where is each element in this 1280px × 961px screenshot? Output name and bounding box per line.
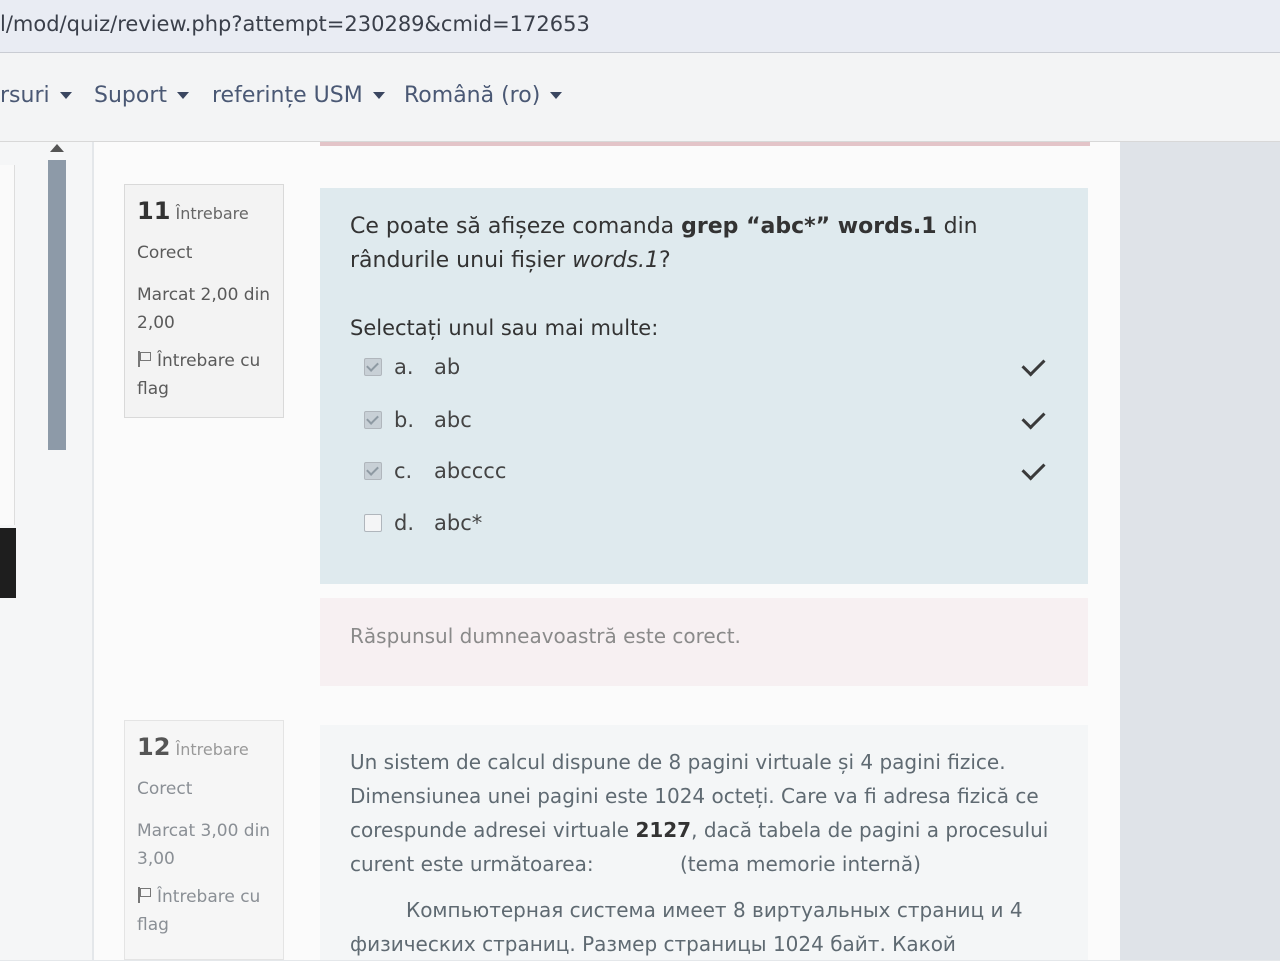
flag-question-link[interactable]: Întrebare cu flag bbox=[137, 347, 271, 403]
caret-down-icon bbox=[59, 92, 72, 99]
virtual-address: 2127 bbox=[635, 818, 692, 842]
scroll-up-icon[interactable] bbox=[50, 144, 64, 152]
question-label: Întrebare bbox=[175, 740, 249, 759]
nav-item-label: rsuri bbox=[0, 83, 50, 108]
nav-item-label: referințe USM bbox=[212, 83, 363, 108]
answer-option-b[interactable]: b. abc bbox=[364, 405, 1046, 435]
nav-item-language[interactable]: Română (ro) bbox=[404, 83, 563, 108]
caret-down-icon bbox=[372, 92, 385, 99]
answer-checkbox[interactable] bbox=[364, 462, 382, 480]
caret-down-icon bbox=[177, 92, 190, 99]
question-command: grep “abc*” words.1 bbox=[681, 214, 937, 239]
question-status: Corect bbox=[137, 779, 193, 799]
correct-check-icon bbox=[1021, 352, 1046, 377]
question-text: Ce poate să afișeze comanda grep “abc*” … bbox=[350, 210, 1058, 278]
nav-item-label: Suport bbox=[94, 83, 168, 108]
answer-text: abc* bbox=[434, 511, 483, 535]
question-box-11: Ce poate să afișeze comanda grep “abc*” … bbox=[320, 188, 1088, 584]
question-number: 12 bbox=[137, 733, 171, 761]
answer-text: abcccc bbox=[434, 459, 507, 483]
answer-option-c[interactable]: c. abcccc bbox=[364, 456, 1046, 486]
nav-item-label: Română (ro) bbox=[404, 83, 541, 108]
flag-label: Întrebare cu flag bbox=[137, 887, 261, 935]
flag-icon bbox=[137, 887, 151, 903]
site-navbar: rsuri Suport referințe USM Română (ro) bbox=[0, 53, 1280, 142]
answer-checkbox[interactable] bbox=[364, 514, 382, 532]
answer-text: ab bbox=[434, 355, 461, 379]
flag-question-link[interactable]: Întrebare cu flag bbox=[137, 883, 271, 939]
question-box-12: Un sistem de calcul dispune de 8 pagini … bbox=[320, 725, 1088, 960]
question-status: Corect bbox=[137, 243, 193, 263]
question-info-11: 11 Întrebare Corect Marcat 2,00 din 2,00… bbox=[124, 184, 284, 418]
drawer-toggle[interactable] bbox=[0, 528, 16, 598]
answer-option-a[interactable]: a. ab bbox=[364, 352, 1046, 382]
question-text-part: Ce poate să afișeze comanda bbox=[350, 214, 682, 239]
question-number: 11 bbox=[137, 197, 171, 225]
nav-item-cursuri[interactable]: rsuri bbox=[0, 83, 72, 108]
previous-feedback-edge bbox=[320, 142, 1090, 146]
correct-check-icon bbox=[1021, 405, 1046, 430]
question-label: Întrebare bbox=[175, 204, 249, 223]
nav-item-suport[interactable]: Suport bbox=[94, 83, 190, 108]
question-feedback: Răspunsul dumneavoastră este corect. bbox=[320, 598, 1088, 686]
question-text: Un sistem de calcul dispune de 8 pagini … bbox=[350, 745, 1058, 881]
drawer-panel bbox=[0, 165, 15, 525]
answer-letter: d. bbox=[394, 511, 415, 535]
question-text-part: ? bbox=[659, 248, 671, 273]
answer-option-d[interactable]: d. abc* bbox=[364, 508, 1044, 538]
answer-prompt: Selectați unul sau mai multe: bbox=[350, 316, 659, 340]
nav-item-referinte[interactable]: referințe USM bbox=[212, 83, 385, 108]
question-mark: Marcat 2,00 din 2,00 bbox=[137, 285, 271, 333]
answer-letter: a. bbox=[394, 355, 414, 379]
answer-text: abc bbox=[434, 408, 472, 432]
browser-url-bar[interactable]: l/mod/quiz/review.php?attempt=230289&cmi… bbox=[0, 0, 1280, 53]
question-mark: Marcat 3,00 din 3,00 bbox=[137, 821, 271, 869]
flag-label: Întrebare cu flag bbox=[137, 351, 261, 399]
answer-letter: c. bbox=[394, 459, 413, 483]
question-info-12: 12 Întrebare Corect Marcat 3,00 din 3,00… bbox=[124, 720, 284, 960]
flag-icon bbox=[137, 351, 151, 367]
question-filename: words.1 bbox=[572, 248, 660, 273]
answer-letter: b. bbox=[394, 408, 415, 432]
scrollbar-thumb[interactable] bbox=[48, 160, 66, 450]
correct-check-icon bbox=[1021, 456, 1046, 481]
answer-checkbox[interactable] bbox=[364, 411, 382, 429]
url-text[interactable]: l/mod/quiz/review.php?attempt=230289&cmi… bbox=[0, 12, 590, 36]
question-text-ru: Компьютерная система имеет 8 виртуальных… bbox=[350, 898, 1023, 956]
caret-down-icon bbox=[550, 92, 563, 99]
right-margin bbox=[1120, 142, 1280, 960]
answer-checkbox[interactable] bbox=[364, 358, 382, 376]
question-topic: (tema memorie internă) bbox=[679, 852, 921, 876]
